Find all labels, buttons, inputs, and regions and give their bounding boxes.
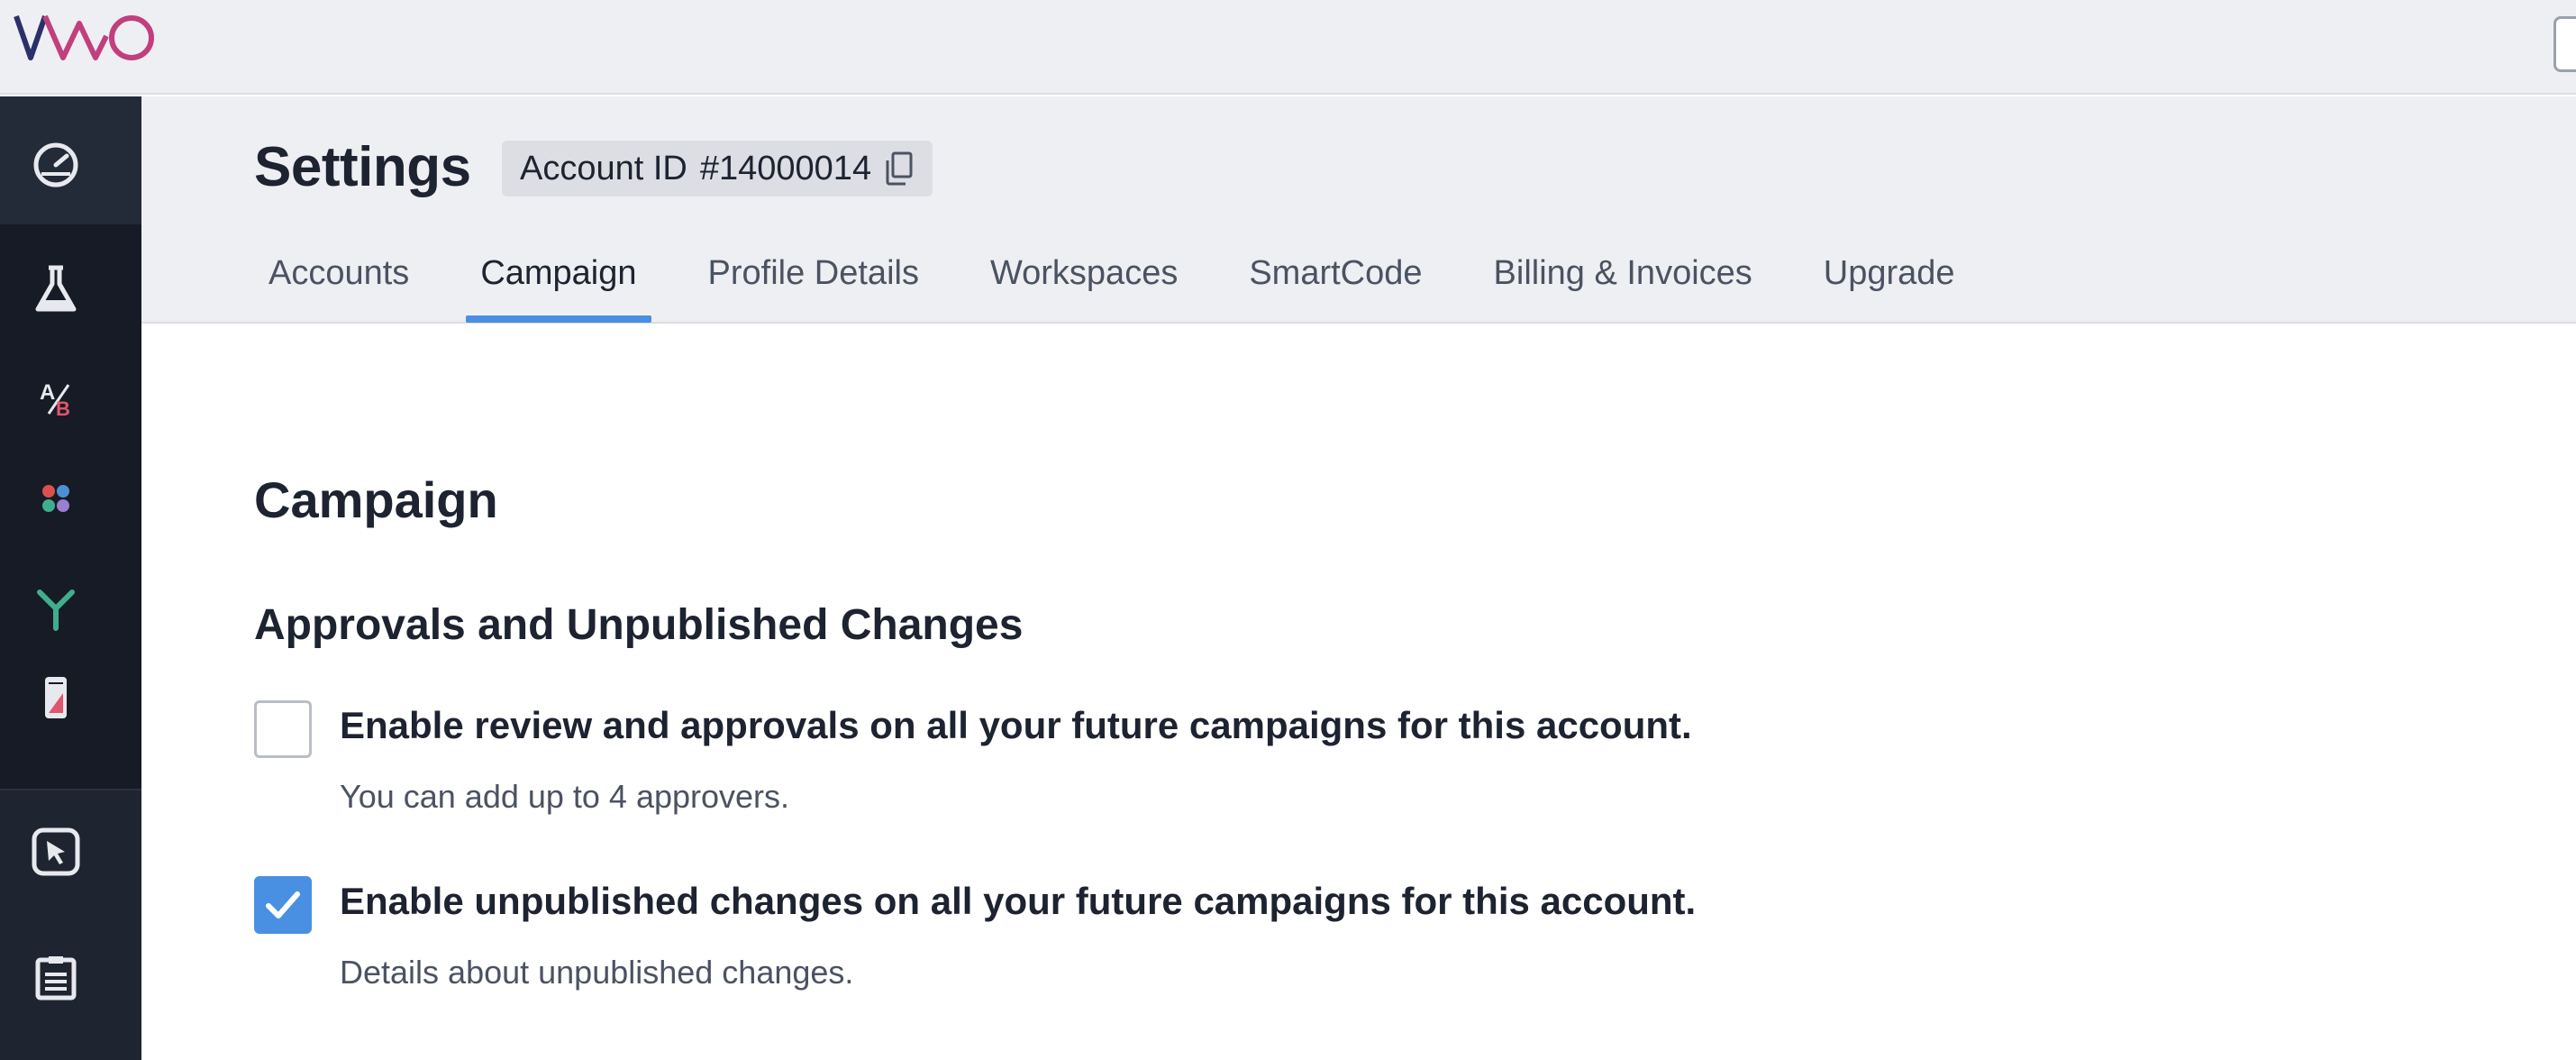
account-id-chip: Account ID #14000014 — [502, 141, 933, 196]
section-title: Campaign — [254, 471, 498, 528]
tab-smartcode[interactable]: SmartCode — [1249, 254, 1422, 323]
ab-test-icon[interactable]: AB — [27, 369, 85, 426]
cursor-select-icon[interactable] — [27, 823, 85, 881]
svg-text:A: A — [40, 380, 55, 405]
tab-profile-details[interactable]: Profile Details — [708, 254, 919, 323]
tab-upgrade[interactable]: Upgrade — [1824, 254, 1955, 323]
tab-workspaces[interactable]: Workspaces — [990, 254, 1178, 323]
approvals-checkbox[interactable] — [254, 700, 312, 758]
account-id-label: Account ID — [520, 149, 687, 187]
dashboard-gauge-icon[interactable] — [27, 134, 85, 192]
checkmark-icon — [266, 891, 300, 918]
topbar-edge-button[interactable] — [2553, 16, 2576, 72]
copy-icon[interactable] — [884, 151, 915, 186]
sidebar-divider — [0, 789, 141, 790]
top-bar — [0, 0, 2576, 95]
flask-icon[interactable] — [27, 260, 85, 318]
approvals-option-label[interactable]: Enable review and approvals on all your … — [340, 704, 1692, 747]
tab-billing-invoices[interactable]: Billing & Invoices — [1494, 254, 1752, 323]
tab-campaign[interactable]: Campaign — [466, 254, 651, 323]
page-title: Settings — [254, 136, 471, 198]
approvals-option-help: You can add up to 4 approvers. — [340, 778, 790, 815]
unpublished-changes-checkbox[interactable] — [254, 876, 312, 934]
mobile-app-icon[interactable] — [27, 670, 85, 727]
dots-grid-icon[interactable] — [27, 470, 85, 527]
unpublished-changes-option-help: Details about unpublished changes. — [340, 954, 854, 991]
sidebar: AB — [0, 96, 141, 1060]
subsection-title: Approvals and Unpublished Changes — [254, 601, 1024, 649]
tab-accounts[interactable]: Accounts — [269, 254, 409, 323]
split-url-icon[interactable] — [27, 580, 85, 637]
settings-tabs: Accounts Campaign Profile Details Worksp… — [269, 254, 2026, 323]
vwo-logo[interactable] — [13, 11, 162, 65]
account-id-value: #14000014 — [699, 149, 872, 187]
clipboard-list-icon[interactable] — [27, 949, 85, 1007]
unpublished-changes-option-label[interactable]: Enable unpublished changes on all your f… — [340, 880, 1696, 923]
svg-text:B: B — [56, 398, 70, 420]
